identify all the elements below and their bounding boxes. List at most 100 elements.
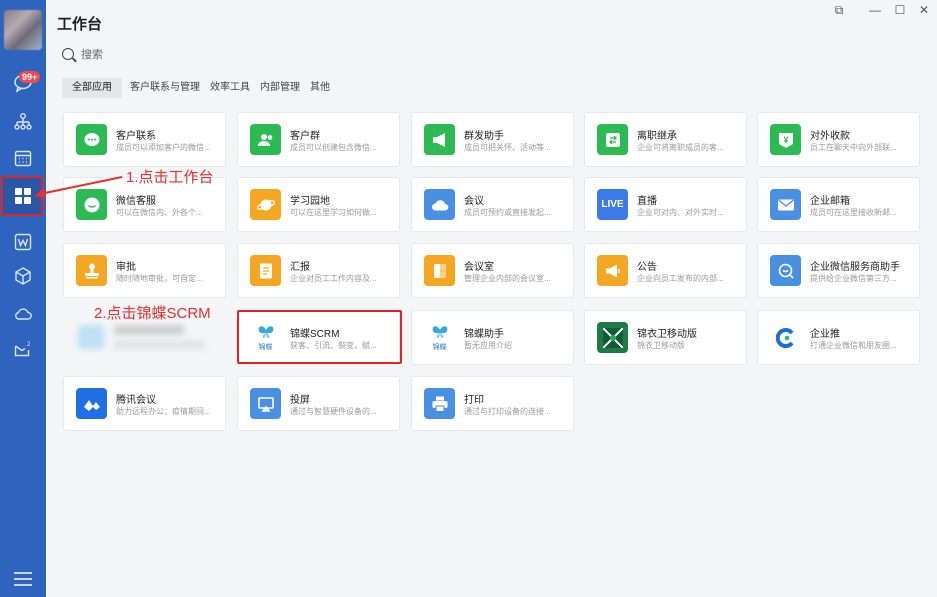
search-icon — [62, 48, 74, 60]
app-name: 对外收款 — [810, 131, 850, 142]
tab-customer[interactable]: 客户联系与管理 — [125, 78, 205, 98]
menu-icon[interactable] — [14, 572, 32, 586]
megaphone-icon — [424, 124, 455, 155]
tab-efficiency[interactable]: 效率工具 — [205, 78, 255, 98]
app-desc: 锦衣卫移动版 — [637, 341, 685, 350]
report-icon — [250, 255, 281, 286]
tab-all-apps[interactable]: 全部应用 — [62, 78, 122, 98]
printer-icon — [424, 388, 455, 419]
search-box[interactable]: 搜索 — [62, 45, 242, 63]
app-name: 企业推 — [810, 329, 840, 340]
app-desc: 成员可把关怀、活动等... — [464, 143, 551, 152]
butterfly-icon: 锦蝶 — [424, 322, 455, 353]
app-desc: 企业可对内、对外实时... — [637, 208, 724, 217]
app-desc: 通过与智慧硬件设备的... — [290, 407, 377, 416]
app-card[interactable]: 锦蝶 锦蝶助手 暂无应用介绍 — [411, 310, 574, 365]
app-name: 客户群 — [290, 131, 320, 142]
app-name: 腾讯会议 — [116, 395, 156, 406]
app-card[interactable]: 投屏 通过与智慧硬件设备的... — [237, 376, 400, 431]
app-name: 公告 — [637, 262, 657, 273]
app-card[interactable]: 离职继承 企业可将离职成员的客... — [584, 112, 747, 167]
app-card[interactable]: 企业推 打通企业微信和朋友圈... — [757, 310, 920, 365]
assistant-icon — [770, 255, 801, 286]
announce-icon — [597, 255, 628, 286]
app-card[interactable]: LIVE 直播 企业可对内、对外实时... — [584, 177, 747, 232]
close-icon[interactable]: ✕ — [917, 3, 931, 17]
sidebar: 99+ 2 — [0, 0, 46, 597]
app-card[interactable]: 客户联系 成员可以添加客户的微信... — [63, 112, 226, 167]
app-name: 锦衣卫移动版 — [637, 329, 697, 340]
app-name: 会议室 — [464, 262, 494, 273]
app-card[interactable]: 学习园地 可以在这里学习如何做... — [237, 177, 400, 232]
app-desc: 可以在这里学习如何做... — [290, 208, 377, 217]
category-tabs: 全部应用 客户联系与管理 效率工具 内部管理 其他 — [62, 78, 335, 98]
app-desc: 企业向员工发布的内部... — [637, 274, 724, 283]
app-card[interactable]: 公告 企业向员工发布的内部... — [584, 243, 747, 298]
pin-icon[interactable]: ⧉ — [832, 3, 846, 18]
app-name: 直播 — [637, 196, 657, 207]
app-desc: 企业可将离职成员的客... — [637, 143, 724, 152]
avatar[interactable] — [4, 10, 42, 50]
search-placeholder: 搜索 — [81, 49, 103, 61]
tab-other[interactable]: 其他 — [305, 78, 335, 98]
envelope-icon — [770, 189, 801, 220]
group-icon — [250, 124, 281, 155]
jindie-scrm-highlight — [237, 310, 402, 364]
cube-icon[interactable] — [11, 265, 35, 287]
door-icon — [424, 255, 455, 286]
app-card[interactable]: 会议 成员可预约或直接发起... — [411, 177, 574, 232]
app-name: 客户联系 — [116, 131, 156, 142]
app-desc: 企业对员工工作内容及... — [290, 274, 377, 283]
jinyiwei-icon — [597, 322, 628, 353]
app-card[interactable]: 客户群 成员可以创建包含微信... — [237, 112, 400, 167]
app-desc: 成员可预约或直接发起... — [464, 208, 551, 217]
app-desc: 可以在微信内、外各个... — [116, 208, 203, 217]
app-name: 锦蝶助手 — [464, 329, 504, 340]
app-name: 群发助手 — [464, 131, 504, 142]
calendar-icon[interactable] — [11, 147, 35, 169]
app-name: 投屏 — [290, 395, 310, 406]
qiyetui-icon — [770, 322, 801, 353]
contacts-icon[interactable] — [11, 111, 35, 133]
app-desc: 暂无应用介绍 — [464, 341, 512, 350]
cloud-icon[interactable] — [11, 303, 35, 325]
app-card[interactable]: 打印 通过与打印设备的连接... — [411, 376, 574, 431]
app-desc: 管理企业内部的会议室... — [464, 274, 551, 283]
app-card[interactable]: 锦衣卫移动版 锦衣卫移动版 — [584, 310, 747, 365]
app-name: 会议 — [464, 196, 484, 207]
mail-icon[interactable]: 2 — [11, 338, 35, 360]
app-name: 打印 — [464, 395, 484, 406]
minimize-icon[interactable]: — — [868, 3, 882, 17]
cloud-meeting-icon — [424, 189, 455, 220]
maximize-icon[interactable]: ☐ — [893, 3, 907, 17]
app-card[interactable]: 审批 随时随地审批，可自定... — [63, 243, 226, 298]
app-card[interactable]: ¥ 对外收款 员工在聊天中向外部联... — [757, 112, 920, 167]
chat-bubble-icon — [76, 124, 107, 155]
app-card[interactable]: 群发助手 成员可把关怀、活动等... — [411, 112, 574, 167]
planet-icon — [250, 189, 281, 220]
doc-icon[interactable] — [11, 231, 35, 253]
svg-text:2: 2 — [27, 342, 31, 348]
app-desc: 成员可以添加客户的微信... — [116, 143, 211, 152]
live-icon: LIVE — [597, 189, 628, 220]
screen-cast-icon — [250, 388, 281, 419]
app-name: 企业微信服务商助手 — [810, 262, 900, 273]
app-card[interactable]: 会议室 管理企业内部的会议室... — [411, 243, 574, 298]
page-title: 工作台 — [57, 16, 103, 33]
app-card[interactable]: 企业微信服务商助手 提供给企业微信第三方... — [757, 243, 920, 298]
app-desc: 通过与打印设备的连接... — [464, 407, 551, 416]
app-name: 企业邮箱 — [810, 196, 850, 207]
tab-internal[interactable]: 内部管理 — [255, 78, 305, 98]
yen-icon: ¥ — [770, 124, 801, 155]
stamp-icon — [76, 255, 107, 286]
transfer-icon — [597, 124, 628, 155]
app-name: 离职继承 — [637, 131, 677, 142]
app-desc: 成员可在这里接收新邮... — [810, 208, 897, 217]
app-card[interactable]: 企业邮箱 成员可在这里接收新邮... — [757, 177, 920, 232]
tencent-meeting-icon — [76, 388, 107, 419]
unread-badge: 99+ — [19, 71, 41, 83]
svg-text:¥: ¥ — [783, 135, 788, 145]
app-card[interactable]: 腾讯会议 助力远程办公，疫情期间... — [63, 376, 226, 431]
app-desc: 提供给企业微信第三方... — [810, 274, 897, 283]
app-card[interactable]: 汇报 企业对员工工作内容及... — [237, 243, 400, 298]
